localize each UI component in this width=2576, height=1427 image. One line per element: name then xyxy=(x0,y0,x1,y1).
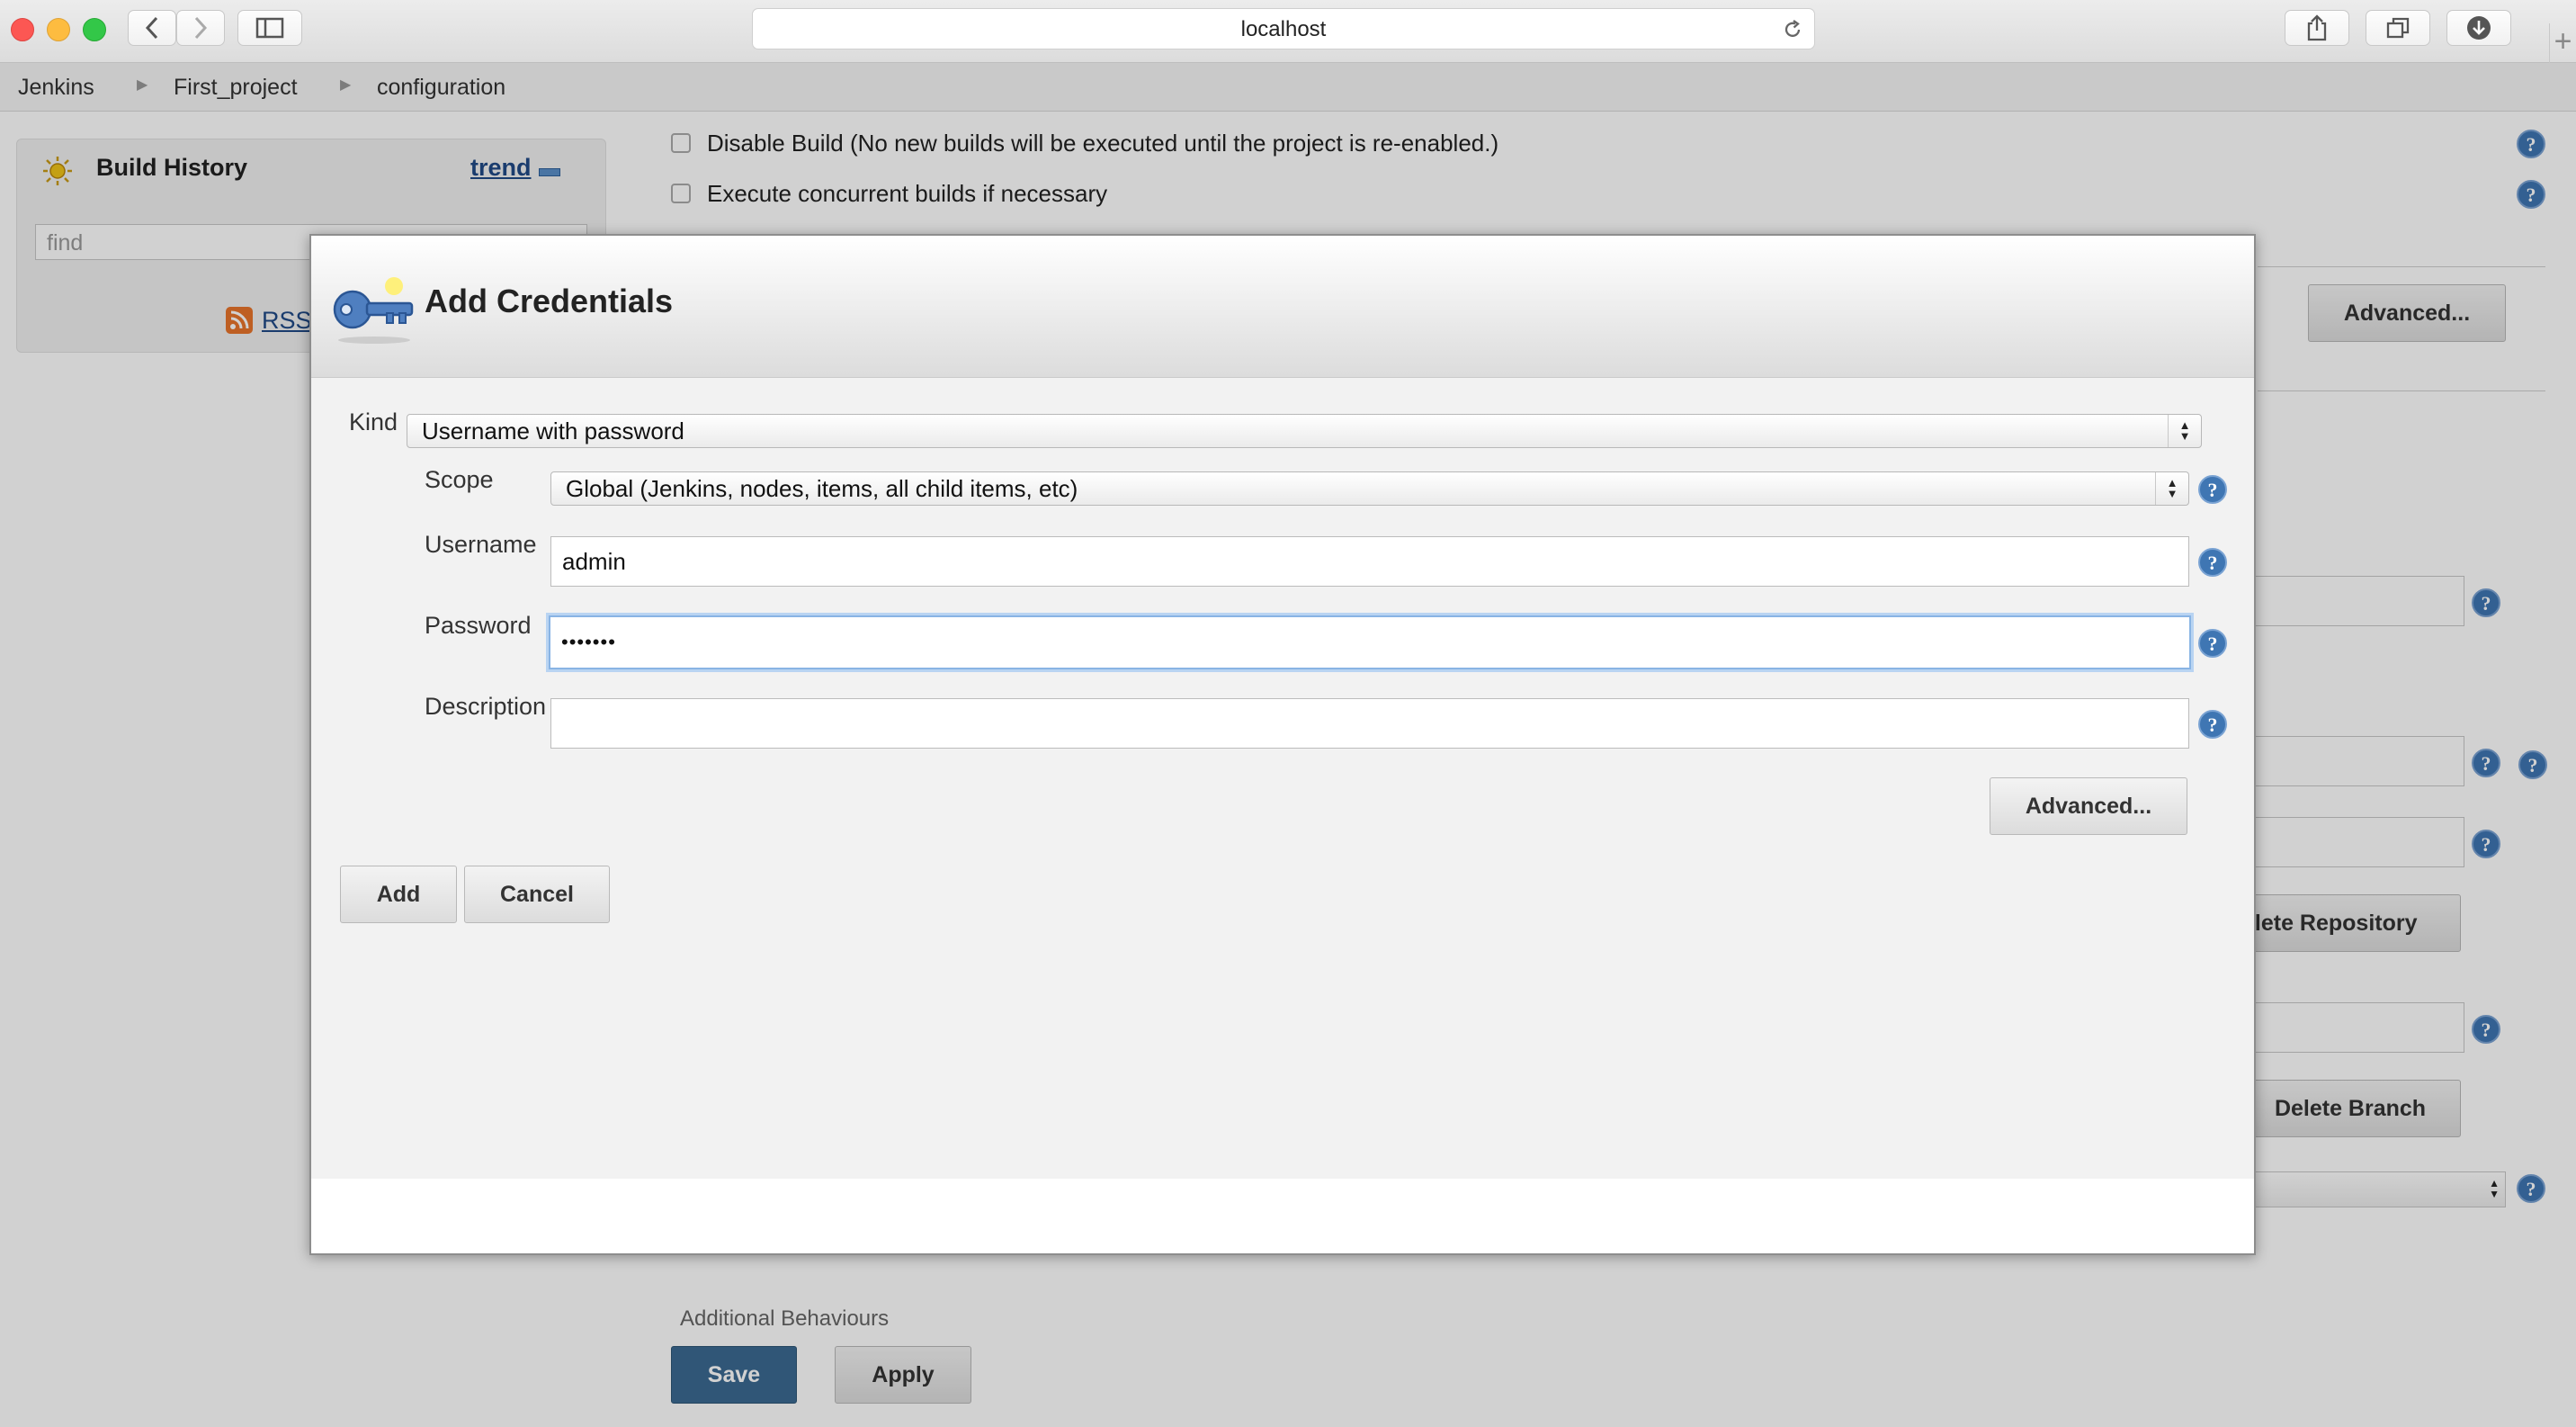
select-arrows-icon: ▲ ▼ xyxy=(2155,472,2188,505)
url-text: localhost xyxy=(1240,17,1327,41)
download-icon xyxy=(2467,16,2491,40)
tabs-overview-button[interactable] xyxy=(2366,10,2430,46)
tabs-icon xyxy=(2386,17,2410,39)
zoom-window-button[interactable] xyxy=(83,18,106,41)
password-input[interactable]: ••••••• xyxy=(549,615,2191,669)
scope-help-icon[interactable]: ? xyxy=(2198,475,2227,504)
key-icon xyxy=(333,277,414,344)
password-value: ••••••• xyxy=(561,631,616,653)
chevron-right-icon xyxy=(194,16,208,40)
chevron-left-icon xyxy=(145,16,158,40)
kind-value: Username with password xyxy=(422,417,684,444)
password-label: Password xyxy=(425,612,532,639)
scope-label: Scope xyxy=(425,466,494,493)
sidebar-toggle-button[interactable] xyxy=(237,10,302,46)
select-arrows-icon: ▲ ▼ xyxy=(2168,415,2201,447)
description-input[interactable] xyxy=(550,698,2189,749)
reload-icon[interactable] xyxy=(1782,19,1803,40)
minimize-window-button[interactable] xyxy=(47,18,70,41)
advanced-button[interactable]: Advanced... xyxy=(1990,777,2187,835)
dialog-header: Add Credentials xyxy=(311,236,2254,378)
add-button[interactable]: Add xyxy=(340,866,457,923)
password-help-icon[interactable]: ? xyxy=(2198,629,2227,658)
username-help-icon[interactable]: ? xyxy=(2198,548,2227,577)
back-button[interactable] xyxy=(128,10,176,46)
username-value: admin xyxy=(562,547,626,575)
username-input[interactable]: admin xyxy=(550,536,2189,587)
dialog-body: Kind Username with password ▲ ▼ Scope Glo… xyxy=(311,378,2254,1179)
add-credentials-dialog: Add Credentials Kind Username with passw… xyxy=(309,234,2256,1255)
dialog-title: Add Credentials xyxy=(425,283,674,319)
forward-button[interactable] xyxy=(176,10,225,46)
username-label: Username xyxy=(425,531,537,558)
share-icon xyxy=(2307,14,2327,41)
sidebar-icon xyxy=(255,17,284,39)
close-window-button[interactable] xyxy=(11,18,34,41)
browser-toolbar: localhost + xyxy=(0,0,2576,63)
scope-select[interactable]: Global (Jenkins, nodes, items, all child… xyxy=(550,471,2189,506)
kind-label: Kind xyxy=(349,408,398,435)
address-bar[interactable]: localhost xyxy=(752,8,1815,49)
kind-select[interactable]: Username with password ▲ ▼ xyxy=(407,414,2202,448)
downloads-button[interactable] xyxy=(2446,10,2511,46)
cancel-button[interactable]: Cancel xyxy=(464,866,610,923)
scope-value: Global (Jenkins, nodes, items, all child… xyxy=(566,474,1078,502)
share-button[interactable] xyxy=(2285,10,2349,46)
description-label: Description xyxy=(425,693,547,720)
new-tab-button[interactable]: + xyxy=(2549,23,2576,63)
description-help-icon[interactable]: ? xyxy=(2198,710,2227,739)
